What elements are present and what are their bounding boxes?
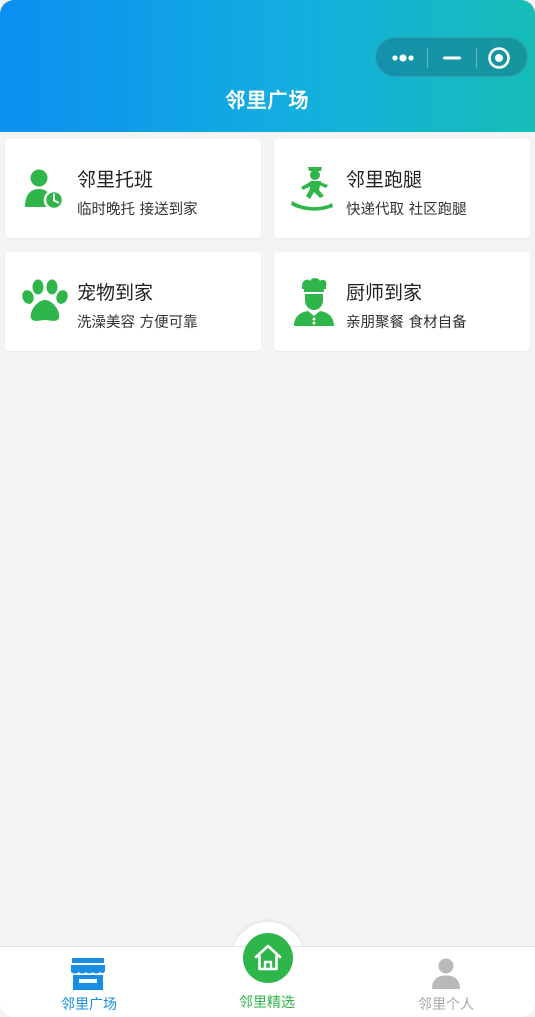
app-frame: 邻里广场 邻里托班 临时晚托 接送到家 邻里跑腿 快递代取 社区跑腿 宠物到家 …: [0, 0, 535, 1017]
service-card-childcare[interactable]: 邻里托班 临时晚托 接送到家: [5, 139, 261, 238]
tab-label: 邻里广场: [61, 997, 117, 1013]
capsule-divider: [476, 48, 477, 68]
service-subtitle: 临时晚托 接送到家: [77, 202, 198, 218]
paw-icon: [19, 276, 71, 328]
more-dots-icon[interactable]: [390, 46, 416, 70]
home-center-button[interactable]: [243, 933, 293, 983]
chef-icon: [288, 276, 340, 328]
service-title: 宠物到家: [77, 282, 154, 304]
service-subtitle: 快递代取 社区跑腿: [346, 202, 467, 218]
page-title: 邻里广场: [225, 88, 310, 112]
home-icon: [254, 944, 282, 971]
tab-label: 邻里个人: [418, 997, 474, 1013]
tab-neighborhood-square[interactable]: 邻里广场: [0, 947, 178, 1017]
service-subtitle: 洗澡美容 方便可靠: [77, 315, 198, 331]
tab-neighborhood-personal[interactable]: 邻里个人: [357, 947, 535, 1017]
service-title: 邻里托班: [77, 169, 154, 191]
service-subtitle: 亲朋聚餐 食材自备: [346, 315, 467, 331]
service-title: 厨师到家: [346, 282, 423, 304]
service-card-chef[interactable]: 厨师到家 亲朋聚餐 食材自备: [274, 252, 530, 351]
header-bar: 邻里广场: [0, 0, 535, 132]
mini-program-capsule: [375, 37, 528, 77]
service-card-errand[interactable]: 邻里跑腿 快递代取 社区跑腿: [274, 139, 530, 238]
capsule-divider: [427, 48, 428, 68]
person-icon: [430, 957, 462, 989]
store-icon: [69, 957, 107, 991]
child-clock-icon: [19, 163, 71, 215]
tab-label: 邻里精选: [239, 995, 295, 1011]
service-title: 邻里跑腿: [346, 169, 423, 191]
service-card-pet[interactable]: 宠物到家 洗澡美容 方便可靠: [5, 252, 261, 351]
minimize-icon[interactable]: [440, 46, 464, 70]
close-target-icon[interactable]: [487, 46, 511, 70]
runner-icon: [288, 163, 340, 215]
service-grid: 邻里托班 临时晚托 接送到家 邻里跑腿 快递代取 社区跑腿 宠物到家 洗澡美容 …: [0, 132, 535, 358]
